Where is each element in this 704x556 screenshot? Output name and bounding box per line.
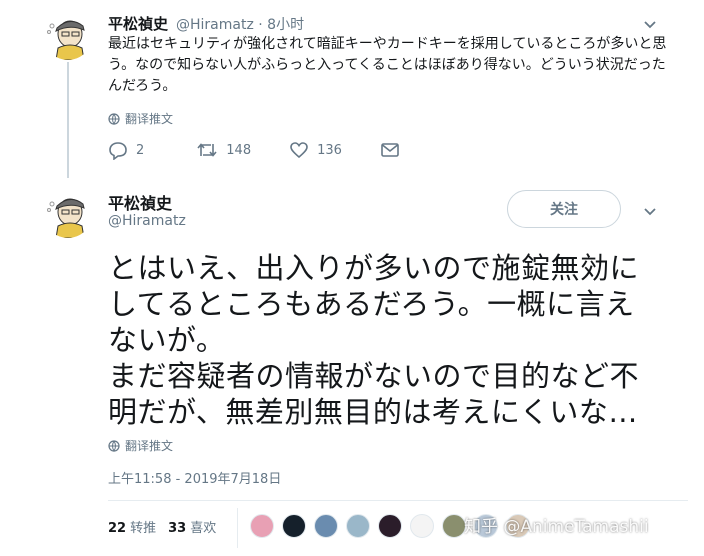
tweet-text: 最近はセキュリティが強化されて暗証キーやカードキーを採用しているところが多いと思… — [108, 36, 667, 94]
tweet-stats: 22 转推 33 喜欢 — [108, 517, 216, 536]
globe-icon — [108, 439, 120, 452]
message-button[interactable] — [380, 141, 400, 159]
liker-avatar[interactable] — [346, 514, 370, 538]
stats-separator — [237, 508, 238, 548]
tweet-text-line: ないが。 — [108, 323, 226, 357]
reply-icon — [109, 142, 127, 160]
author-handle[interactable]: @Hiramatz — [108, 213, 186, 229]
globe-icon — [108, 112, 120, 125]
translate-label: 翻译推文 — [125, 439, 174, 453]
heart-icon — [290, 142, 308, 159]
divider — [108, 500, 688, 501]
like-label: 喜欢 — [190, 521, 217, 536]
follow-button[interactable]: 关注 — [507, 190, 621, 228]
retweet-label: 转推 — [130, 521, 157, 536]
retweet-count: 148 — [226, 142, 252, 158]
avatar[interactable] — [44, 190, 92, 238]
liker-avatar[interactable] — [442, 514, 466, 538]
reply-button[interactable]: 2 — [108, 140, 144, 160]
likes-stat[interactable]: 33 喜欢 — [168, 517, 216, 536]
tweet-timestamp[interactable]: 上午11:58 - 2019年7月18日 — [108, 468, 281, 487]
liker-avatar[interactable] — [314, 514, 338, 538]
retweet-total: 22 — [108, 521, 127, 536]
translate-link[interactable]: 翻译推文 — [108, 437, 173, 454]
tweet-text-line: まだ容疑者の情報がないので目的など不 — [108, 359, 640, 393]
retweet-icon — [197, 143, 217, 157]
meta-separator: · — [258, 17, 263, 33]
liker-avatar[interactable] — [250, 514, 274, 538]
tweet-text-line: 明だが、無差別無目的は考えにくいな… — [108, 395, 638, 429]
author-name[interactable]: 平松禎史 — [108, 13, 168, 34]
tweet-text: とはいえ、出入りが多いので施錠無効に してるところもあるだろう。一概に言え ない… — [108, 250, 698, 430]
translate-label: 翻译推文 — [125, 112, 174, 126]
translate-link[interactable]: 翻译推文 — [108, 110, 173, 127]
tweet-text-line: してるところもあるだろう。一概に言え — [108, 287, 635, 321]
retweets-stat[interactable]: 22 转推 — [108, 517, 156, 536]
tweet-text-line: とはいえ、出入りが多いので施錠無効に — [108, 251, 640, 285]
liker-avatar[interactable] — [378, 514, 402, 538]
reply-count: 2 — [136, 142, 145, 158]
tweet-actions: 2 148 136 — [108, 140, 438, 160]
chevron-down-icon[interactable] — [643, 17, 657, 31]
envelope-icon — [381, 143, 399, 157]
like-count: 136 — [317, 142, 342, 158]
watermark: 知乎 @AnimeTamashii — [464, 517, 649, 537]
author-meta: @Hiramatz · 8小时 — [176, 14, 304, 34]
liker-avatar[interactable] — [410, 514, 434, 538]
author-name[interactable]: 平松禎史 — [108, 190, 172, 214]
thread-connector — [67, 62, 69, 178]
author-handle[interactable]: @Hiramatz — [176, 17, 254, 33]
chevron-down-icon[interactable] — [643, 204, 657, 218]
avatar[interactable] — [44, 12, 92, 60]
tweet-time[interactable]: 8小时 — [267, 17, 304, 33]
like-total: 33 — [168, 521, 187, 536]
retweet-button[interactable]: 148 — [196, 140, 251, 160]
liker-avatar[interactable] — [282, 514, 306, 538]
like-button[interactable]: 136 — [289, 140, 342, 160]
